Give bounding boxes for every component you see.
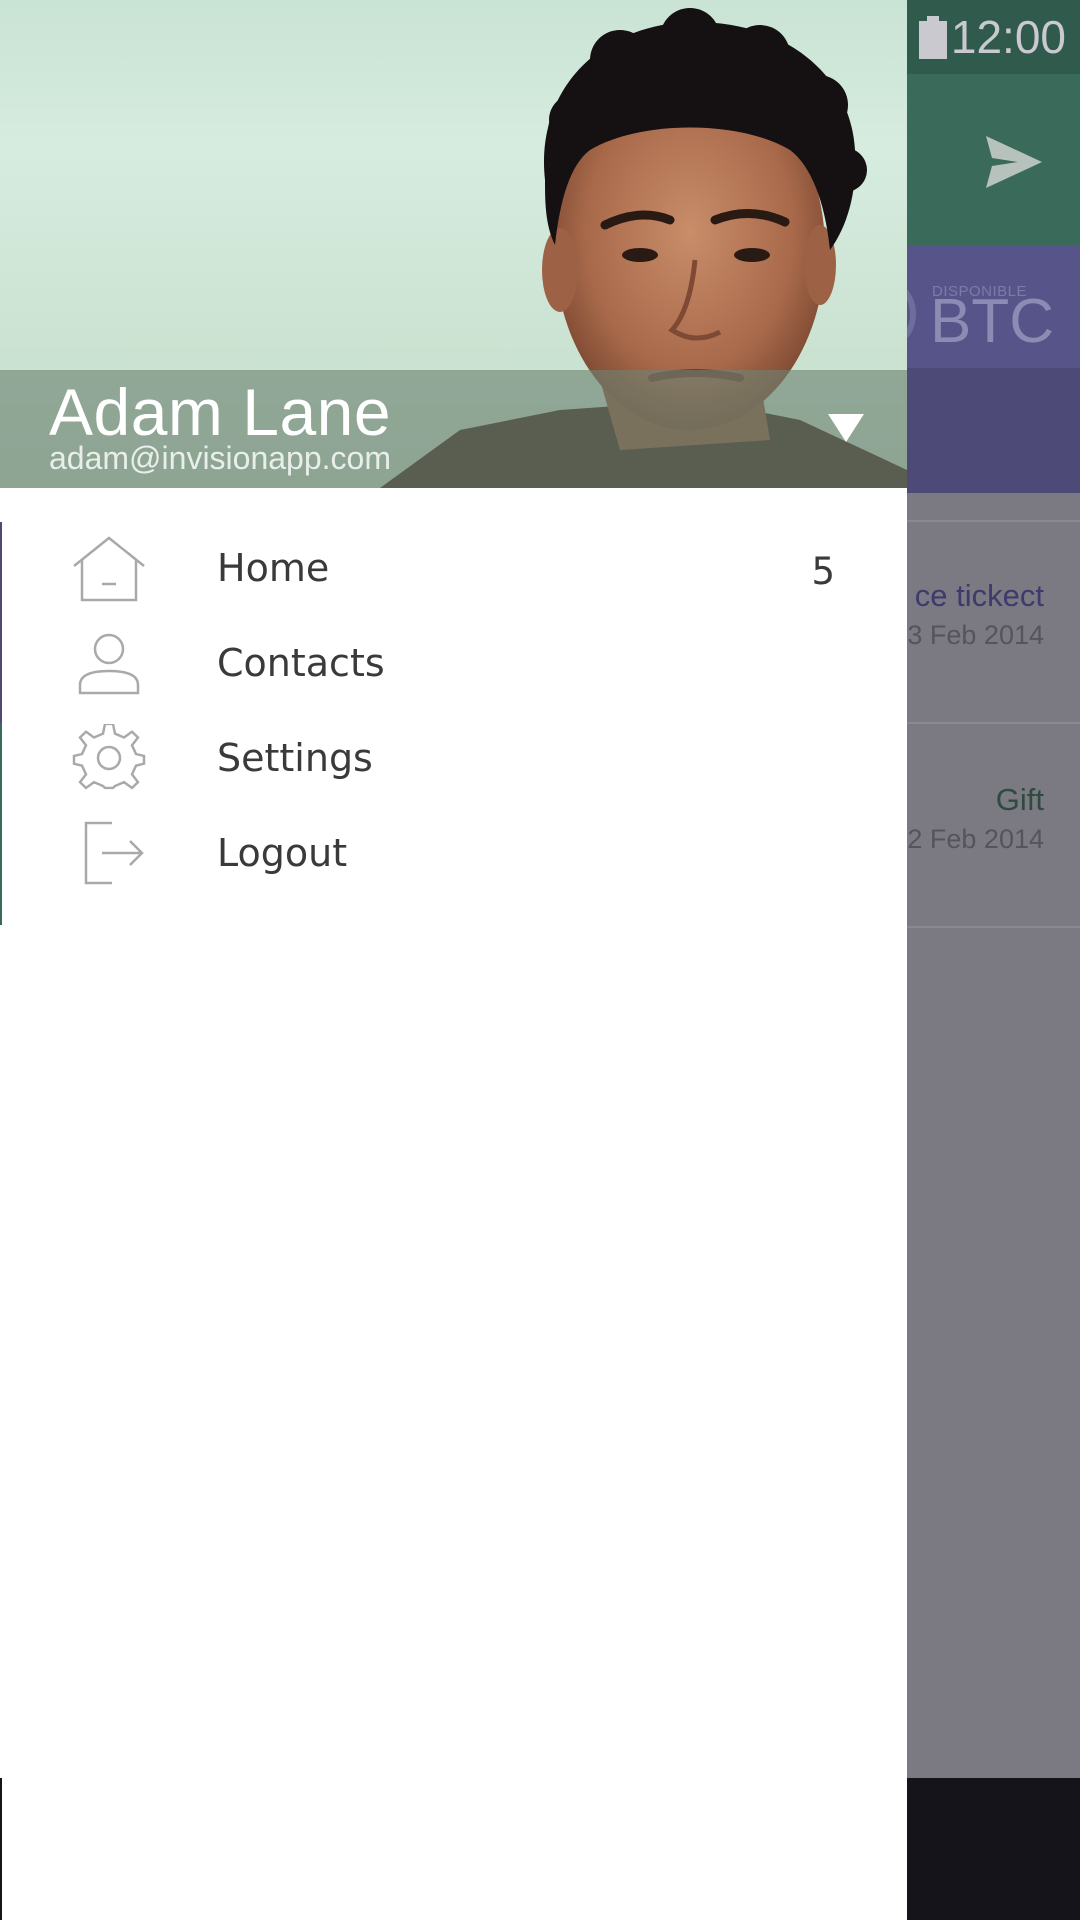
menu-item-label: Home [217, 546, 330, 590]
menu-item-settings[interactable]: Settings [0, 712, 907, 807]
menu-item-contacts[interactable]: Contacts [0, 617, 907, 712]
status-time: 12:00 [950, 11, 1066, 63]
drawer-bottom-edge [0, 1778, 2, 1920]
list-divider [907, 926, 1080, 928]
account-dropdown-icon[interactable] [828, 414, 864, 442]
person-icon [78, 633, 140, 695]
home-icon [73, 536, 145, 602]
menu-item-home[interactable]: Home 5 [0, 522, 907, 617]
gear-icon [72, 724, 146, 790]
list-divider [907, 722, 1080, 724]
menu-item-label: Settings [217, 736, 373, 780]
menu-item-label: Logout [217, 831, 348, 875]
home-count-badge: 5 [811, 550, 835, 593]
transaction-date: 3 Feb 2014 [907, 620, 1044, 650]
transaction-title[interactable]: Gift [996, 782, 1044, 818]
battery-icon [919, 16, 947, 59]
navigation-drawer: Adam Lane adam@invisionapp.com Home 5 Co… [0, 0, 907, 1920]
user-name: Adam Lane [49, 375, 392, 449]
drawer-header: Adam Lane adam@invisionapp.com [0, 0, 907, 488]
transaction-title[interactable]: ce tickect [915, 578, 1044, 614]
transaction-date: 2 Feb 2014 [907, 824, 1044, 854]
menu-item-logout[interactable]: Logout [0, 807, 907, 902]
logout-icon [84, 821, 144, 885]
menu-item-label: Contacts [217, 641, 385, 685]
list-divider [907, 520, 1080, 522]
send-icon[interactable] [986, 136, 1042, 188]
user-email: adam@invisionapp.com [49, 440, 391, 476]
balance-currency: BTC [930, 287, 1054, 356]
drawer-menu: Home 5 Contacts Settings Logout [0, 522, 907, 902]
